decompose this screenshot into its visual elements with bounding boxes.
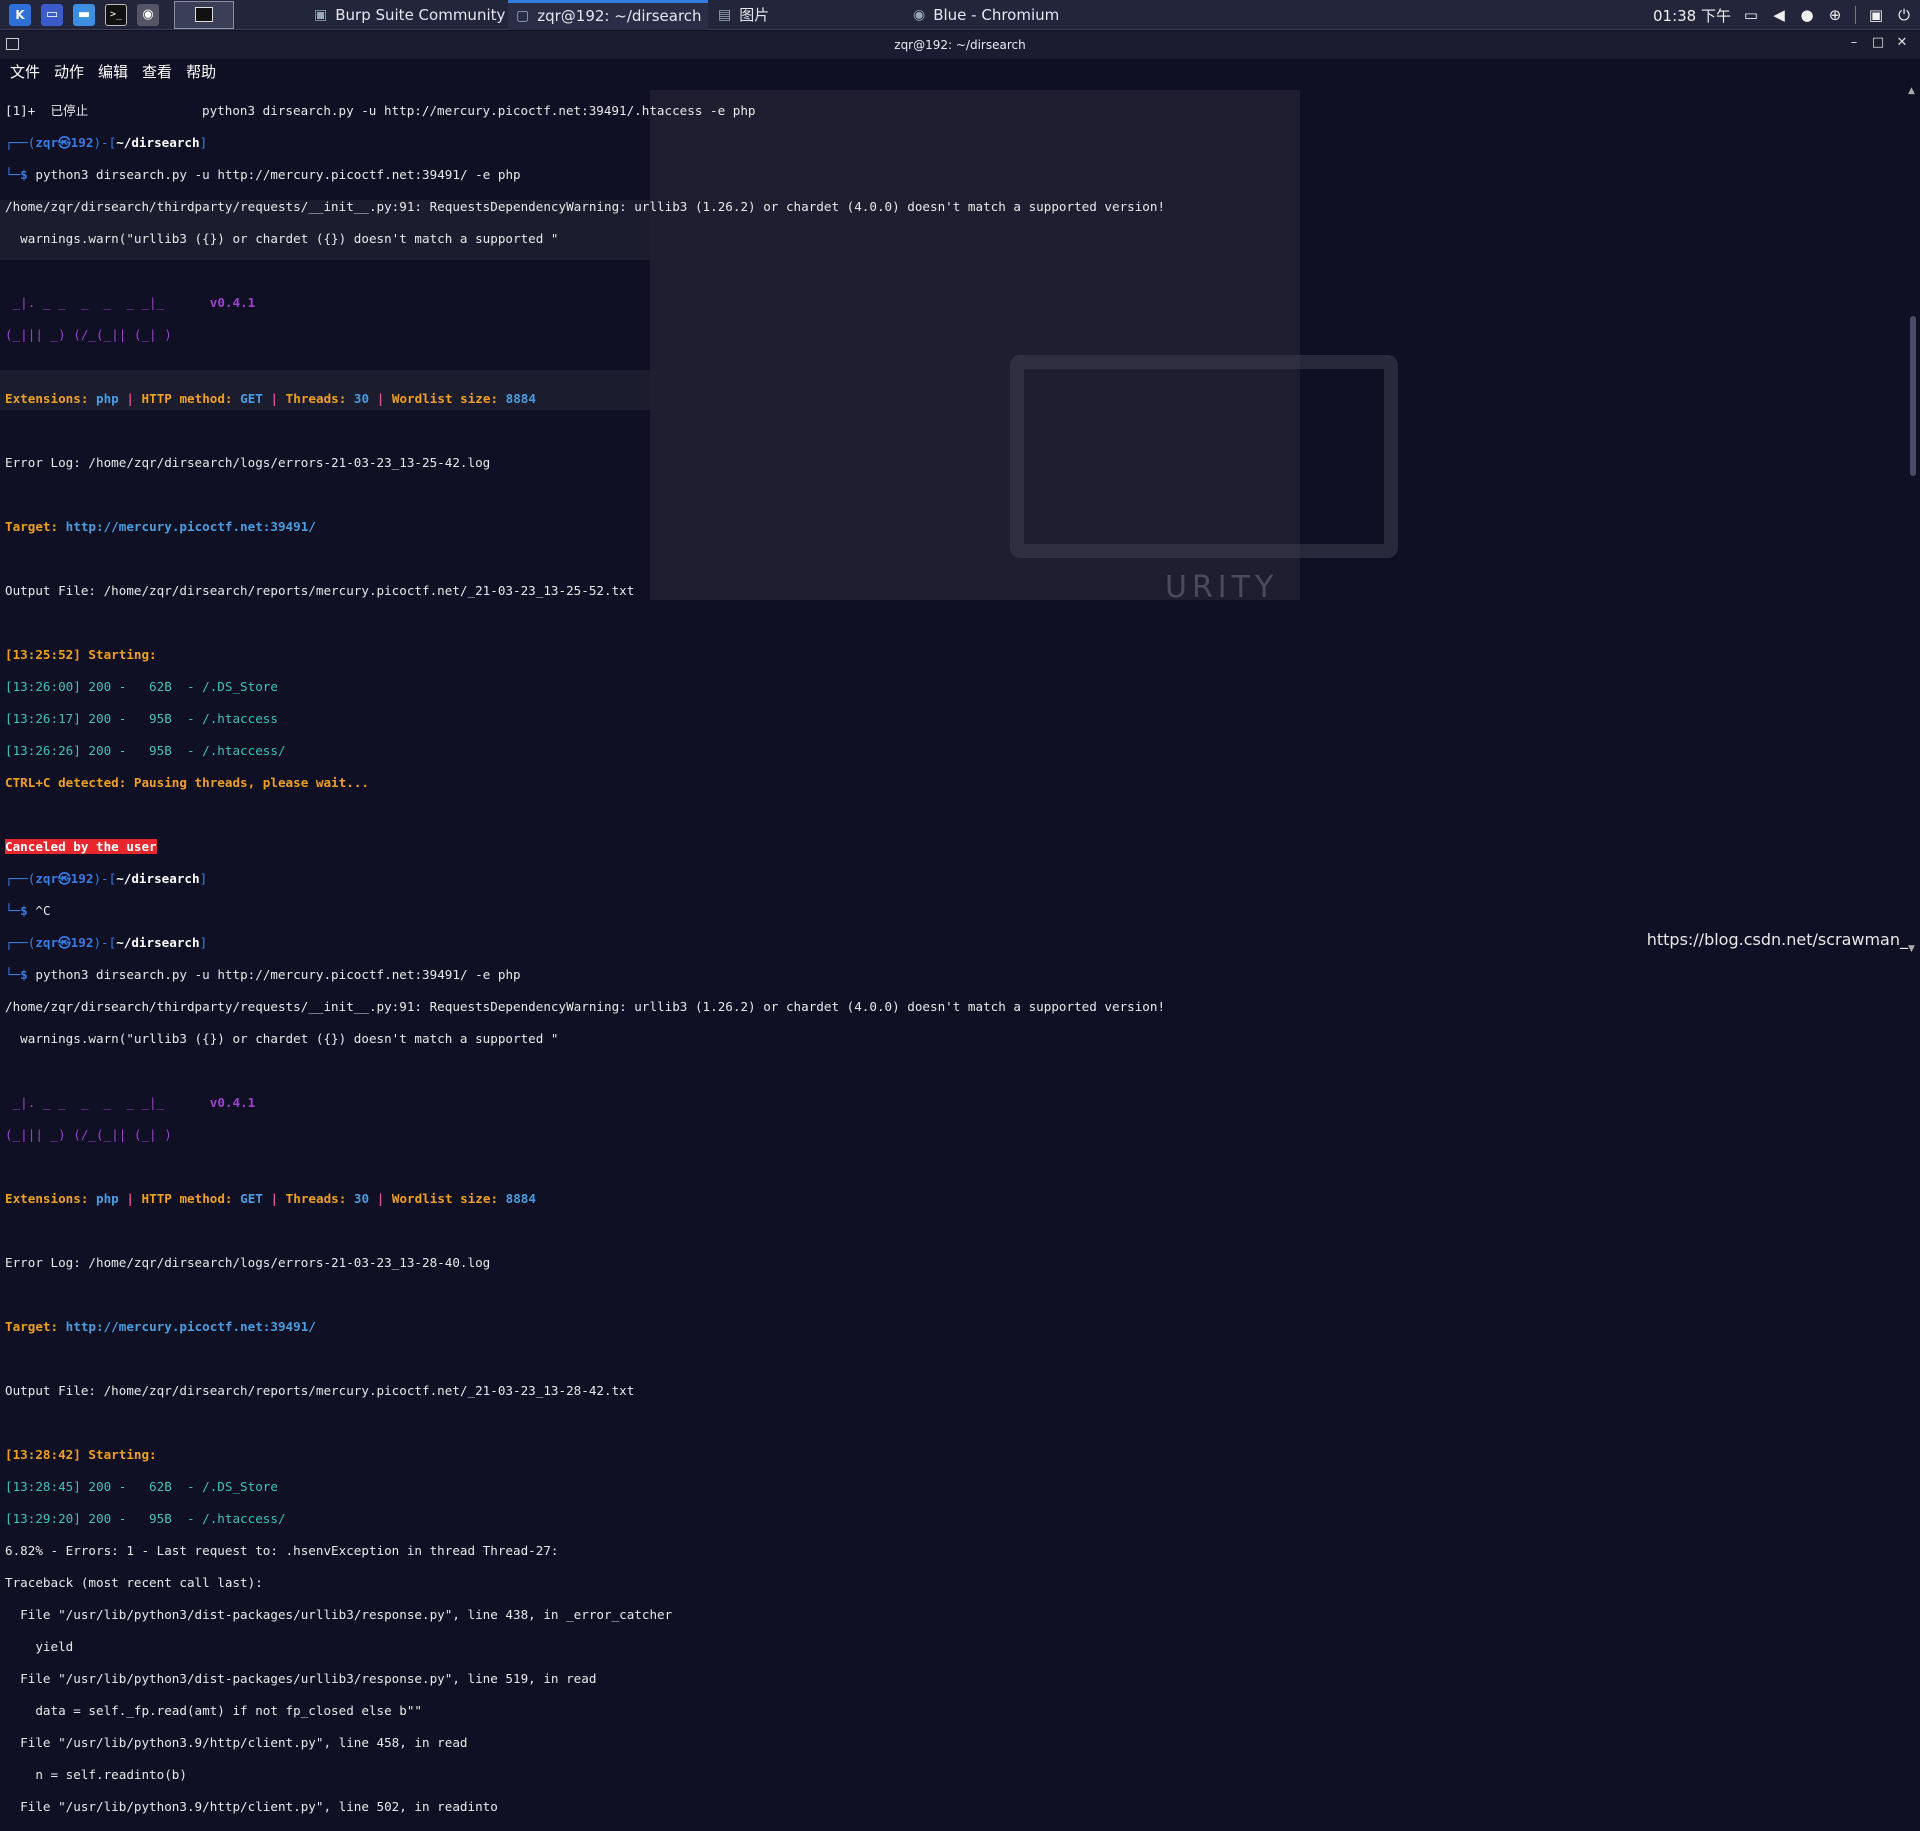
system-tray: 01:38 下午 ▭ ◀ ● ⊕ ▣ ⏻: [1653, 0, 1920, 30]
menu-edit[interactable]: 编辑: [98, 61, 128, 82]
result-line: [13:26:26] 200 - 95B - /.htaccess/: [5, 743, 286, 758]
result-line: [13:28:45] 200 - 62B - /.DS_Store: [5, 1479, 278, 1494]
terminal-launch-icon[interactable]: >_: [105, 3, 127, 26]
trace-line: data = self._fp.read(amt) if not fp_clos…: [5, 1703, 423, 1718]
output-file-line: Output File: /home/zqr/dirsearch/reports…: [5, 1383, 635, 1398]
warning-line: warnings.warn("urllib3 ({}) or chardet (…: [5, 1031, 559, 1046]
terminal-output[interactable]: [1]+ 已停止 python3 dirsearch.py -u http://…: [5, 87, 1895, 1831]
scroll-up-icon[interactable]: ▲: [1908, 86, 1915, 96]
scroll-down-icon[interactable]: ▼: [1908, 944, 1915, 954]
target-line: Target: http://mercury.picoctf.net:39491…: [5, 1319, 316, 1334]
taskbar: K ▭ ▬ >_ ◉ ▣Burp Suite Community E... ▢z…: [0, 0, 1920, 30]
burp-icon: ▣: [314, 6, 328, 23]
close-icon[interactable]: ✕: [1890, 35, 1914, 50]
chromium-icon: ◉: [913, 6, 926, 23]
window-controls: – □ ✕: [1842, 35, 1914, 50]
trace-line: File "/usr/lib/python3.9/http/client.py"…: [5, 1735, 468, 1750]
prompt-line: ┌──(zqr㉿192)-[~/dirsearch]: [5, 935, 208, 950]
maximize-icon[interactable]: □: [1866, 35, 1890, 50]
command-line: └─$ ^C: [5, 903, 51, 918]
show-desktop-icon[interactable]: ▭: [41, 3, 63, 26]
dirsearch-logo: _|. _ _ _ _ _ _|_ v0.4.1: [5, 1095, 256, 1110]
clock[interactable]: 01:38 下午: [1653, 5, 1731, 26]
volume-icon[interactable]: ◀: [1771, 6, 1787, 24]
window-title: zqr@192: ~/dirsearch: [894, 38, 1026, 52]
result-line: [13:26:00] 200 - 62B - /.DS_Store: [5, 679, 278, 694]
trace-line: File "/usr/lib/python3.9/http/client.py"…: [5, 1799, 498, 1814]
canceled-line: Canceled by the user: [5, 839, 157, 854]
trace-line: File "/usr/lib/python3/dist-packages/url…: [5, 1671, 597, 1686]
terminal-icon: [195, 7, 213, 22]
version-label: v0.4.1: [209, 295, 256, 310]
starting-line: [13:28:42] Starting:: [5, 1447, 157, 1462]
version-label: v0.4.1: [209, 1095, 256, 1110]
job-stopped-line: [1]+ 已停止 python3 dirsearch.py -u http://…: [5, 103, 756, 118]
terminal-scrollbar[interactable]: ▲ ▼: [1908, 86, 1918, 954]
terminal-icon: ▢: [516, 8, 530, 24]
result-line: [13:26:17] 200 - 95B - /.htaccess: [5, 711, 278, 726]
dirsearch-logo: _|. _ _ _ _ _ _|_ v0.4.1: [5, 295, 256, 310]
error-log-line: Error Log: /home/zqr/dirsearch/logs/erro…: [5, 455, 491, 470]
trace-line: Traceback (most recent call last):: [5, 1575, 263, 1590]
scan-config-line: Extensions: php | HTTP method: GET | Thr…: [5, 391, 536, 406]
task-chromium[interactable]: ◉ Blue - Chromium: [905, 0, 1125, 30]
trace-line: File "/usr/lib/python3/dist-packages/url…: [5, 1607, 673, 1622]
trace-line: 6.82% - Errors: 1 - Last request to: .hs…: [5, 1543, 559, 1558]
target-line: Target: http://mercury.picoctf.net:39491…: [5, 519, 316, 534]
prompt-line: ┌──(zqr㉿192)-[~/dirsearch]: [5, 135, 208, 150]
image-folder-icon: ▤: [718, 6, 732, 23]
browser-launch-icon[interactable]: ◉: [137, 3, 159, 26]
menu-help[interactable]: 帮助: [186, 61, 216, 82]
dirsearch-logo: (_||| _) (/_(_|| (_| ): [5, 327, 195, 342]
window-titlebar[interactable]: zqr@192: ~/dirsearch – □ ✕: [0, 31, 1920, 59]
output-file-line: Output File: /home/zqr/dirsearch/reports…: [5, 583, 635, 598]
task-terminal[interactable]: ▢ zqr@192: ~/dirsearch: [508, 0, 708, 30]
trace-line: n = self.readinto(b): [5, 1767, 187, 1782]
active-workspace-button[interactable]: [174, 0, 234, 29]
launcher-group: K ▭ ▬ >_ ◉: [0, 0, 234, 30]
minimize-icon[interactable]: –: [1842, 35, 1866, 50]
scroll-thumb[interactable]: [1910, 316, 1916, 476]
dirsearch-logo: (_||| _) (/_(_|| (_| ): [5, 1127, 195, 1142]
ctrlc-line: CTRL+C detected: Pausing threads, please…: [5, 775, 369, 790]
trace-line: yield: [5, 1639, 74, 1654]
menu-action[interactable]: 动作: [54, 61, 84, 82]
prompt-line: ┌──(zqr㉿192)-[~/dirsearch]: [5, 871, 208, 886]
warning-line: /home/zqr/dirsearch/thirdparty/requests/…: [5, 199, 1166, 214]
command-line: └─$ python3 dirsearch.py -u http://mercu…: [5, 967, 521, 982]
lock-icon[interactable]: ▣: [1868, 6, 1884, 24]
file-manager-icon[interactable]: ▬: [73, 3, 95, 26]
notification-bell-icon[interactable]: ●: [1799, 6, 1815, 24]
starting-line: [13:25:52] Starting:: [5, 647, 157, 662]
scan-config-line: Extensions: php | HTTP method: GET | Thr…: [5, 1191, 536, 1206]
kali-menu-icon[interactable]: K: [9, 3, 31, 26]
warning-line: /home/zqr/dirsearch/thirdparty/requests/…: [5, 999, 1166, 1014]
task-images[interactable]: ▤ 图片: [710, 0, 900, 30]
network-icon[interactable]: ⊕: [1827, 6, 1843, 24]
menu-view[interactable]: 查看: [142, 61, 172, 82]
task-burp-suite[interactable]: ▣Burp Suite Community E...: [306, 0, 506, 30]
menu-file[interactable]: 文件: [10, 61, 40, 82]
menubar: 文件 动作 编辑 查看 帮助: [0, 59, 1920, 83]
warning-line: warnings.warn("urllib3 ({}) or chardet (…: [5, 231, 559, 246]
error-log-line: Error Log: /home/zqr/dirsearch/logs/erro…: [5, 1255, 491, 1270]
watermark: https://blog.csdn.net/scrawman_: [1646, 930, 1908, 949]
command-line: └─$ python3 dirsearch.py -u http://mercu…: [5, 167, 521, 182]
tray-separator: [1855, 6, 1856, 24]
result-line: [13:29:20] 200 - 95B - /.htaccess/: [5, 1511, 286, 1526]
display-icon[interactable]: ▭: [1743, 6, 1759, 24]
power-icon[interactable]: ⏻: [1896, 6, 1912, 24]
